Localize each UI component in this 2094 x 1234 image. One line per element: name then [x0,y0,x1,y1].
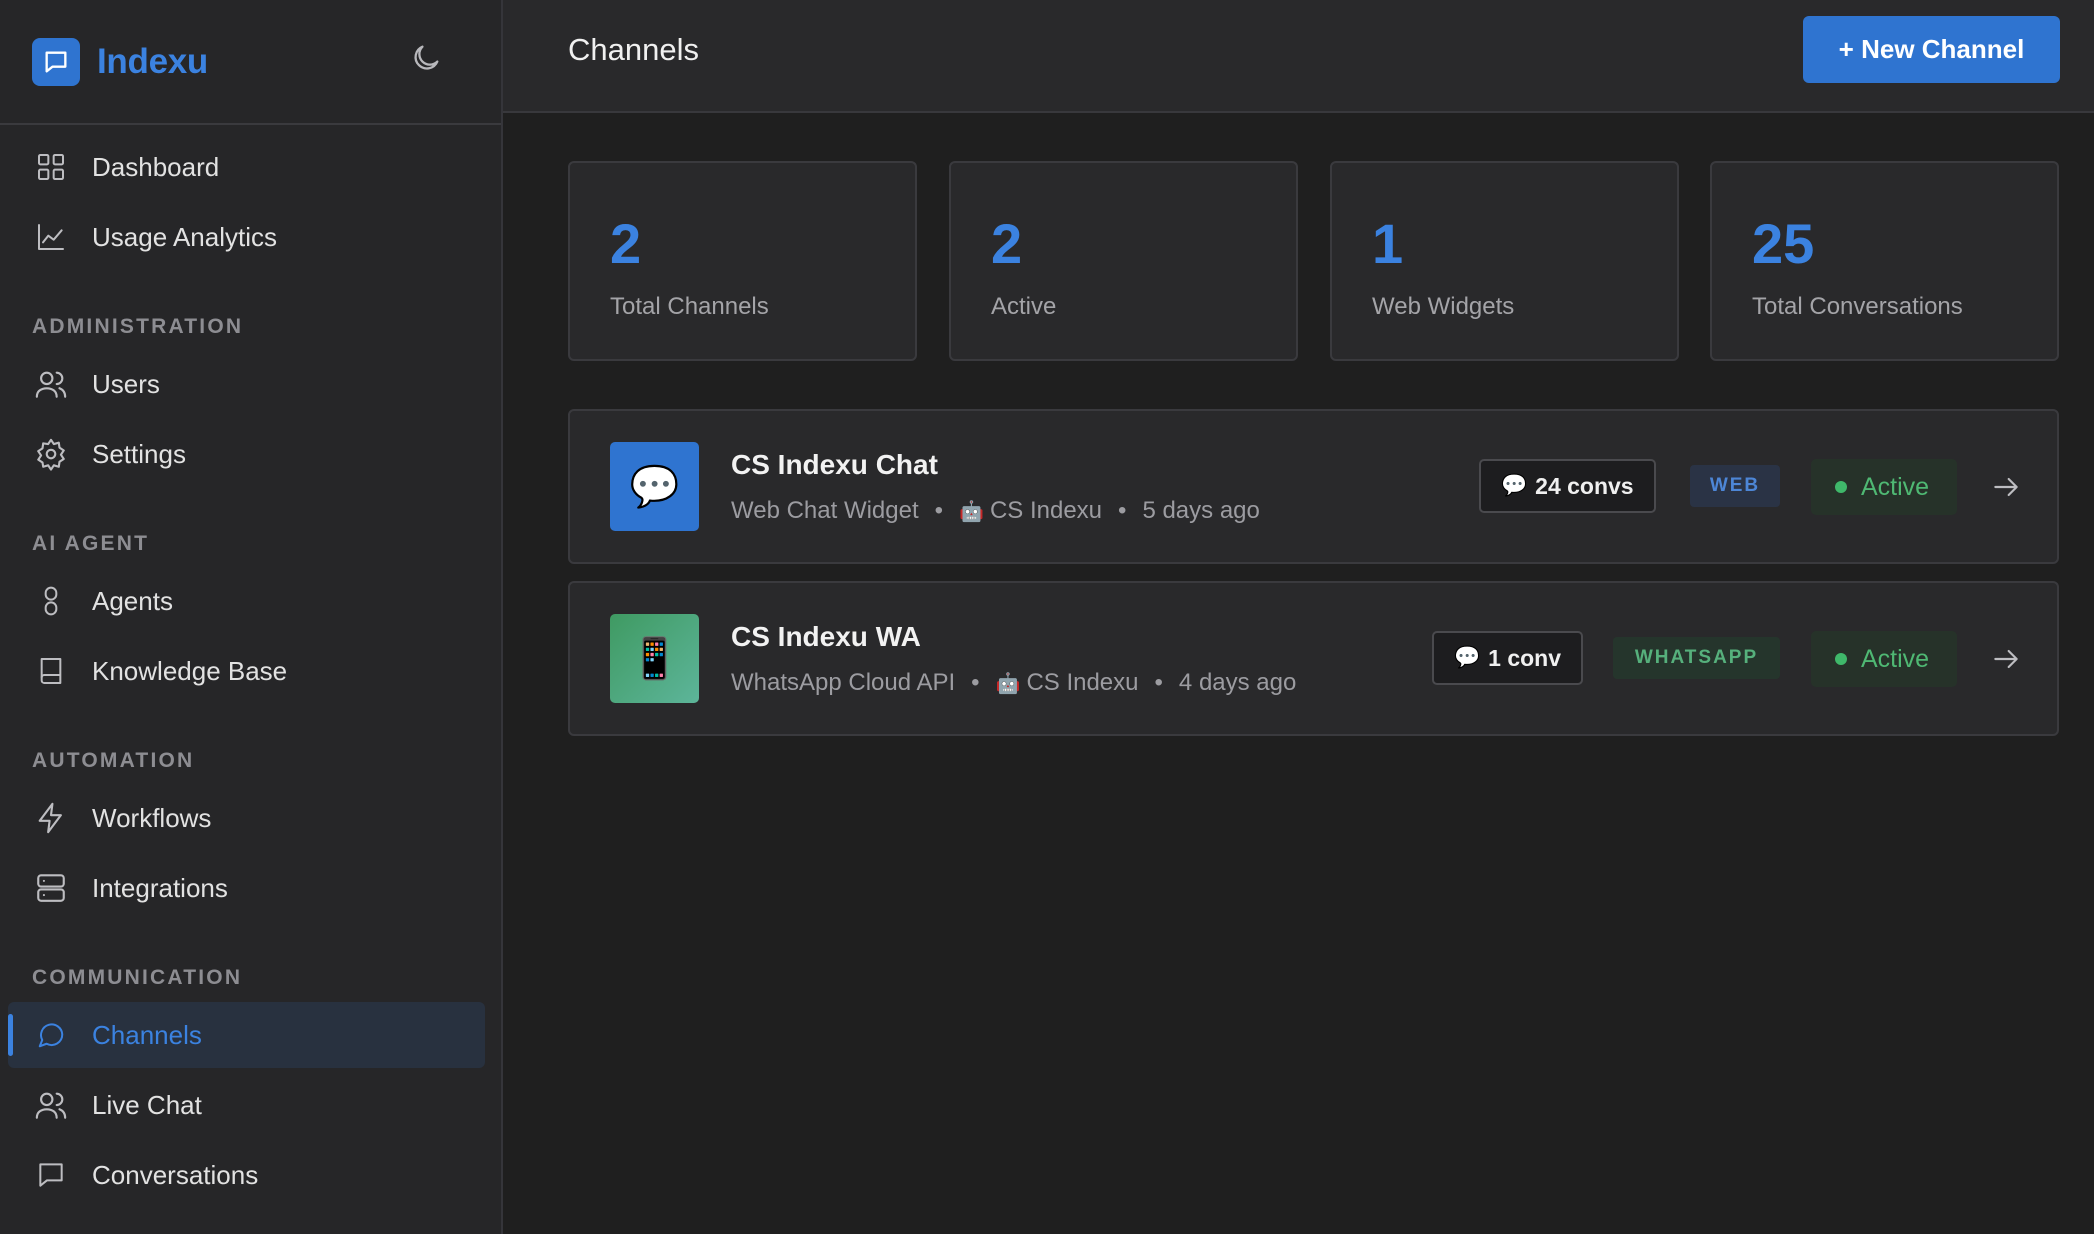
channel-agent: CS Indexu [1026,669,1139,696]
message-circle-icon [34,1018,68,1052]
server-icon [34,871,68,905]
channel-updated: 4 days ago [1178,669,1297,696]
main-content: Channels + New Channel 2 Total Channels … [503,0,2094,1234]
section-automation: AUTOMATION [32,749,195,772]
conversation-count: 💬 1 conv [1432,631,1584,685]
arrow-right-icon[interactable] [1988,641,2024,677]
speech-bubble-icon: 💬 [1454,646,1481,669]
channel-name[interactable]: CS Indexu WA [731,621,921,653]
brand-header: Indexu [0,0,501,125]
book-icon [34,654,68,688]
stat-card-web-widgets: 1 Web Widgets [1330,161,1679,361]
stat-label: Total Conversations [1752,293,1963,320]
stat-label: Active [991,293,1057,320]
status-dot [1835,481,1847,493]
section-ai-agent: AI AGENT [32,532,150,555]
section-administration: ADMINISTRATION [32,315,244,338]
sidebar-item-workflows[interactable]: Workflows [8,785,485,851]
lightning-icon [34,801,68,835]
status-badge: Active [1811,631,1957,687]
line-chart-icon [34,220,68,254]
stat-label: Web Widgets [1372,293,1515,320]
status-badge: Active [1811,459,1957,515]
sidebar-item-usage-analytics[interactable]: Usage Analytics [8,204,485,270]
brand-name[interactable]: Indexu [97,42,208,82]
stat-value: 1 [1372,212,1404,275]
channel-agent: CS Indexu [989,497,1103,524]
sidebar-item-channels[interactable]: Channels [8,1002,485,1068]
top-bar: Channels + New Channel [503,0,2094,113]
page-title: Channels [568,32,699,67]
sidebar-item-label: Agents [92,585,173,616]
robot-icon: 🤖 [959,501,984,523]
channel-updated: 5 days ago [1142,497,1260,524]
channel-meta: WhatsApp Cloud API • 🤖 CS Indexu • 4 days ago [731,669,1297,696]
stat-label: Total Channels [610,293,769,320]
stat-value: 25 [1752,212,1815,275]
sidebar-item-integrations[interactable]: Integrations [8,855,485,921]
sidebar-item-dashboard[interactable]: Dashboard [8,134,485,200]
channel-type: WhatsApp Cloud API [731,669,956,696]
sidebar: Indexu Dashboard Usage Analytics ADMINIS… [0,0,503,1234]
mobile-phone-icon: 📱 [610,614,699,703]
grid-icon [34,150,68,184]
conversation-count: 💬 24 convs [1479,459,1656,513]
robot-icon: 🤖 [995,673,1021,695]
sidebar-item-label: Live Chat [92,1089,202,1120]
sidebar-item-live-chat[interactable]: Live Chat [8,1072,485,1138]
sidebar-item-label: Integrations [92,872,228,903]
channel-card-whatsapp[interactable]: 📱 CS Indexu WA WhatsApp Cloud API • 🤖 CS In… [568,581,2059,736]
users-icon [34,367,68,401]
sidebar-item-label: Conversations [92,1159,259,1190]
moon-icon [414,45,439,70]
channel-type-badge: WEB [1690,465,1780,507]
message-square-icon [34,1158,68,1192]
gear-icon [34,437,68,471]
stat-card-total-conversations: 25 Total Conversations [1710,161,2059,361]
new-channel-button[interactable]: + New Channel [1803,16,2060,83]
sidebar-item-label: Knowledge Base [92,655,288,686]
agent-icon [34,584,68,618]
channel-type: Web Chat Widget [731,497,919,524]
stat-value: 2 [991,212,1023,275]
logo-icon [32,37,80,86]
speech-bubble-icon: 💬 [1501,474,1528,497]
status-dot [1835,653,1847,665]
channel-card-web[interactable]: 💬 CS Indexu Chat Web Chat Widget • 🤖 CS Ind… [568,409,2059,564]
arrow-right-icon[interactable] [1988,469,2024,505]
stat-value: 2 [610,212,642,275]
sidebar-item-settings[interactable]: Settings [8,421,485,487]
stat-card-active: 2 Active [949,161,1298,361]
sidebar-item-users[interactable]: Users [8,351,485,417]
channel-type-badge: WHATSAPP [1613,637,1780,679]
sidebar-item-label: Channels [92,1019,202,1050]
sidebar-item-agents[interactable]: Agents [8,568,485,634]
sidebar-item-label: Dashboard [92,151,220,182]
stats-row: 2 Total Channels 2 Active 1 Web Widgets … [568,161,2059,361]
channel-name[interactable]: CS Indexu Chat [731,449,938,481]
section-communication: COMMUNICATION [32,966,243,989]
sidebar-item-label: Settings [92,438,186,469]
sidebar-item-label: Workflows [92,802,212,833]
dark-mode-toggle[interactable] [406,38,446,78]
channel-meta: Web Chat Widget • 🤖 CS Indexu • 5 days ago [731,497,1260,524]
chat-bubble-icon: 💬 [610,442,699,531]
sidebar-item-label: Usage Analytics [92,221,277,252]
sidebar-item-conversations[interactable]: Conversations [8,1142,485,1208]
users-icon [34,1088,68,1122]
sidebar-item-label: Users [92,368,160,399]
sidebar-item-knowledge-base[interactable]: Knowledge Base [8,638,485,704]
stat-card-total-channels: 2 Total Channels [568,161,917,361]
